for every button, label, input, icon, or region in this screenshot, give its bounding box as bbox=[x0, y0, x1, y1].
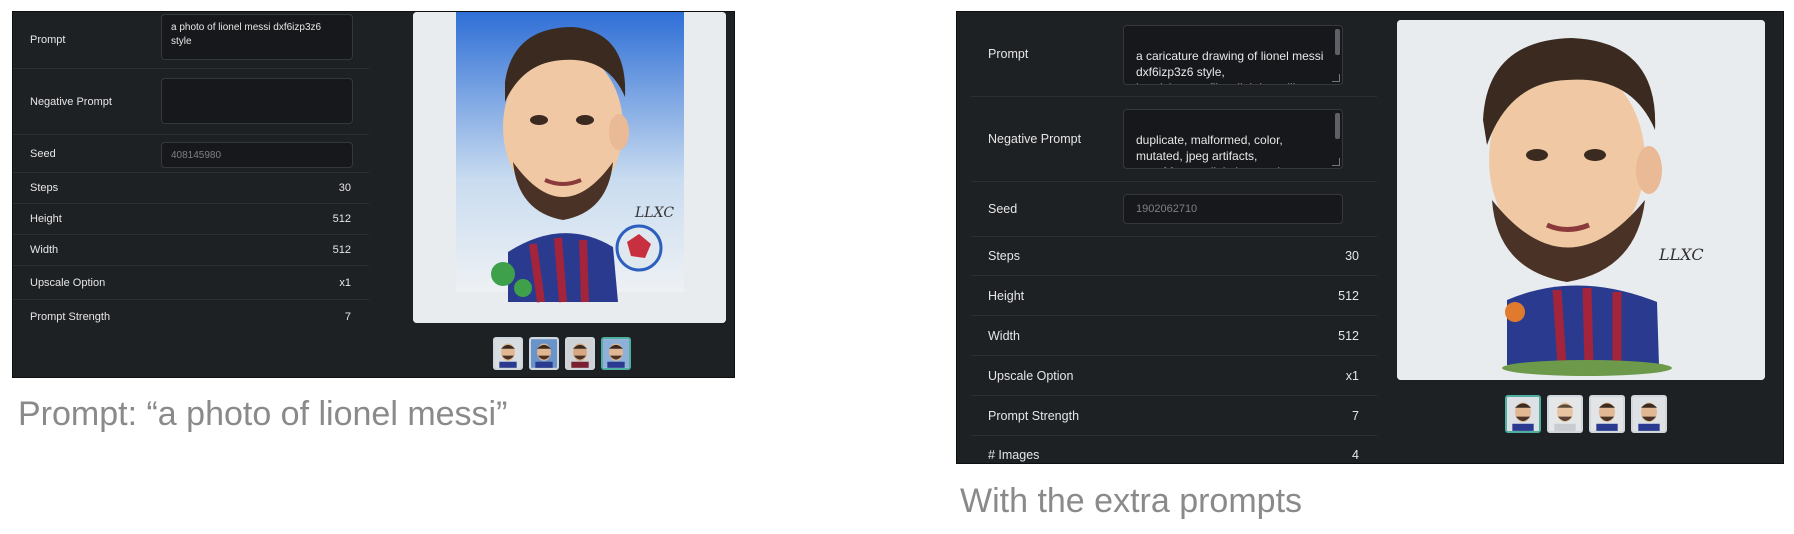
prompt-label: Prompt bbox=[988, 47, 1029, 61]
caricature-image: LLXC bbox=[413, 12, 726, 323]
generated-image[interactable]: LLXC bbox=[413, 12, 726, 323]
width-value: 512 bbox=[1338, 328, 1359, 343]
width-row[interactable]: Width 512 bbox=[971, 316, 1377, 356]
steps-value: 30 bbox=[338, 182, 351, 194]
resize-handle[interactable] bbox=[1332, 74, 1340, 82]
upscale-label: Upscale Option bbox=[30, 276, 106, 289]
thumbnail-2[interactable] bbox=[529, 337, 559, 370]
height-value: 512 bbox=[1338, 288, 1359, 303]
images-count-value: 4 bbox=[1352, 448, 1359, 462]
generated-image[interactable]: LLXC bbox=[1397, 20, 1765, 380]
upscale-row[interactable]: Upscale Option x1 bbox=[971, 356, 1377, 396]
thumbnail-strip bbox=[1505, 395, 1667, 433]
prompt-strength-row[interactable]: Prompt Strength 7 bbox=[971, 396, 1377, 436]
negative-prompt-text: duplicate, malformed, color, mutated, jp… bbox=[1136, 133, 1284, 168]
prompt-strength-row[interactable]: Prompt Strength 7 bbox=[13, 300, 369, 334]
prompt-strength-label: Prompt Strength bbox=[30, 311, 111, 323]
images-count-label: # Images bbox=[988, 448, 1040, 462]
height-value: 512 bbox=[332, 213, 351, 225]
steps-label: Steps bbox=[988, 249, 1020, 263]
generator-panel-2: Prompt a caricature drawing of lionel me… bbox=[956, 11, 1784, 464]
thumbnail-1[interactable] bbox=[493, 337, 523, 370]
negative-prompt-textarea[interactable] bbox=[161, 78, 353, 124]
negative-prompt-textarea[interactable]: duplicate, malformed, color, mutated, jp… bbox=[1123, 109, 1343, 169]
steps-label: Steps bbox=[30, 182, 59, 194]
seed-label: Seed bbox=[988, 202, 1018, 216]
resize-handle[interactable] bbox=[1332, 158, 1340, 166]
thumbnail-4-selected[interactable] bbox=[601, 337, 631, 370]
image-preview: LLXC bbox=[1377, 12, 1783, 463]
thumbnail-3[interactable] bbox=[1589, 395, 1625, 433]
generator-panel-1: Prompt a photo of lionel messi dxf6izp3z… bbox=[12, 11, 735, 378]
image-preview: LLXC bbox=[369, 12, 734, 377]
width-label: Width bbox=[30, 244, 59, 256]
prompt-strength-value: 7 bbox=[344, 311, 351, 323]
upscale-row[interactable]: Upscale Option x1 bbox=[13, 266, 369, 300]
art-signature: LLXC bbox=[634, 205, 674, 221]
upscale-value: x1 bbox=[1345, 368, 1359, 383]
height-row[interactable]: Height 512 bbox=[971, 276, 1377, 316]
negative-prompt-label: Negative Prompt bbox=[988, 132, 1082, 146]
prompt-strength-value: 7 bbox=[1352, 408, 1359, 423]
caricature-image: LLXC bbox=[1397, 20, 1765, 380]
height-label: Height bbox=[988, 288, 1025, 303]
steps-row[interactable]: Steps 30 bbox=[13, 173, 369, 204]
settings-form: Prompt a photo of lionel messi dxf6izp3z… bbox=[13, 12, 369, 377]
art-signature: LLXC bbox=[1658, 245, 1704, 264]
thumbnail-3[interactable] bbox=[565, 337, 595, 370]
negative-prompt-label: Negative Prompt bbox=[30, 95, 112, 108]
steps-value: 30 bbox=[1345, 249, 1359, 263]
thumbnail-strip bbox=[493, 337, 631, 370]
seed-input[interactable]: 408145980 bbox=[161, 142, 353, 168]
upscale-label: Upscale Option bbox=[988, 368, 1074, 383]
prompt-textarea[interactable]: a photo of lionel messi dxf6izp3z6 style bbox=[161, 14, 353, 60]
thumbnail-2[interactable] bbox=[1547, 395, 1583, 433]
width-row[interactable]: Width 512 bbox=[13, 235, 369, 266]
caption-1: Prompt: “a photo of lionel messi” bbox=[18, 395, 508, 433]
height-row[interactable]: Height 512 bbox=[13, 204, 369, 235]
prompt-scrollbar[interactable] bbox=[1335, 29, 1340, 55]
width-value: 512 bbox=[332, 244, 351, 256]
settings-form: Prompt a caricature drawing of lionel me… bbox=[957, 12, 1377, 463]
prompt-label: Prompt bbox=[30, 34, 66, 46]
prompt-strength-label: Prompt Strength bbox=[988, 408, 1080, 423]
prompt-text: a caricature drawing of lionel messi dxf… bbox=[1136, 49, 1324, 84]
steps-row[interactable]: Steps 30 bbox=[971, 237, 1377, 276]
thumbnail-1-selected[interactable] bbox=[1505, 395, 1541, 433]
seed-input[interactable]: 1902062710 bbox=[1123, 194, 1343, 224]
negative-prompt-scrollbar[interactable] bbox=[1335, 113, 1340, 139]
seed-label: Seed bbox=[30, 147, 56, 160]
height-label: Height bbox=[30, 213, 62, 225]
images-count-row[interactable]: # Images 4 bbox=[971, 436, 1377, 463]
prompt-textarea[interactable]: a caricature drawing of lionel messi dxf… bbox=[1123, 25, 1343, 85]
width-label: Width bbox=[988, 328, 1020, 343]
thumbnail-4[interactable] bbox=[1631, 395, 1667, 433]
upscale-value: x1 bbox=[339, 276, 351, 289]
caption-2: With the extra prompts bbox=[960, 482, 1303, 520]
